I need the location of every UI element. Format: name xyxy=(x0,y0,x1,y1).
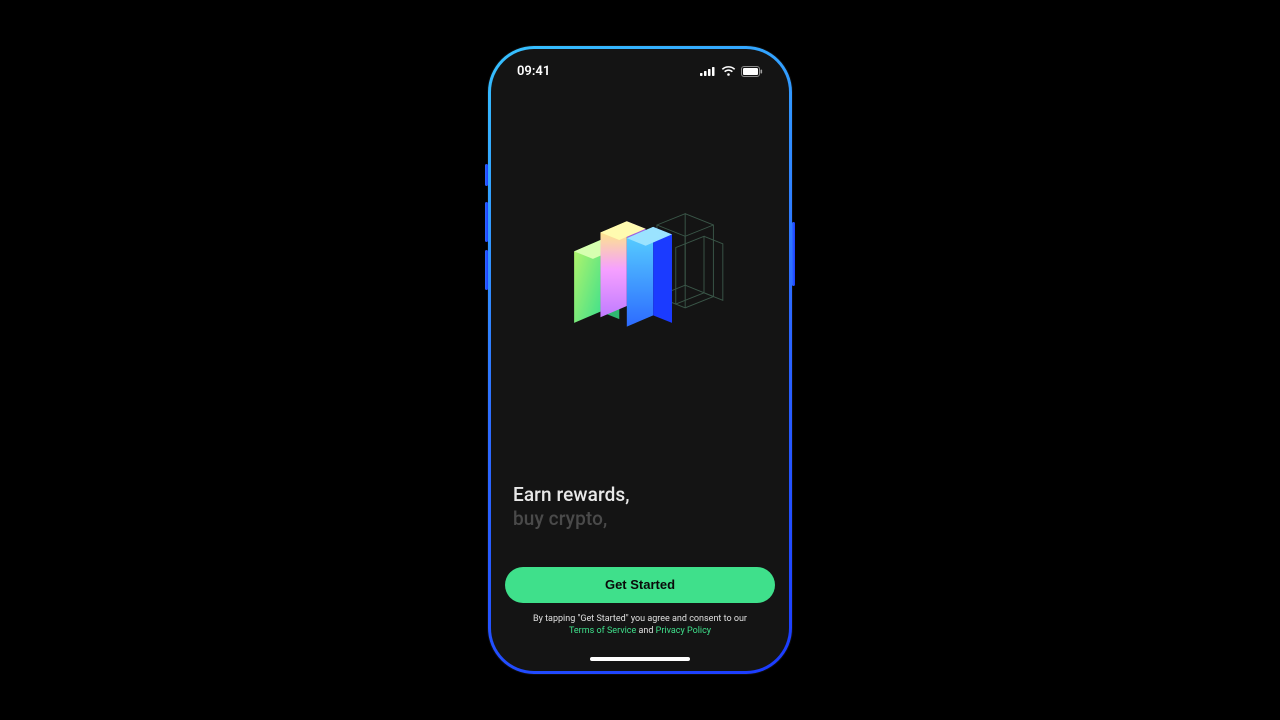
home-indicator[interactable] xyxy=(491,647,789,671)
bars-3d-icon xyxy=(545,193,735,353)
stage: 09:41 xyxy=(0,0,1280,720)
phone-frame: 09:41 xyxy=(488,46,792,674)
cellular-signal-icon xyxy=(700,66,716,76)
status-time: 09:41 xyxy=(517,64,550,79)
legal-text: By tapping "Get Started" you agree and c… xyxy=(505,613,775,637)
phone-side-button xyxy=(485,164,488,186)
app-logo xyxy=(513,93,767,483)
phone-screen: 09:41 xyxy=(491,49,789,671)
phone-volume-up-button xyxy=(485,202,488,242)
legal-joiner: and xyxy=(636,626,655,636)
terms-of-service-link[interactable]: Terms of Service xyxy=(569,626,636,636)
phone-volume-down-button xyxy=(485,250,488,290)
status-bar: 09:41 xyxy=(491,49,789,93)
battery-icon xyxy=(741,66,763,77)
tagline-line-2: buy crypto, xyxy=(513,507,767,531)
tagline-line-1: Earn rewards, xyxy=(513,483,767,507)
home-indicator-bar xyxy=(590,657,690,661)
phone-power-button xyxy=(792,222,795,286)
privacy-policy-link[interactable]: Privacy Policy xyxy=(656,626,711,636)
hero-section: Earn rewards, buy crypto, xyxy=(491,93,789,553)
status-indicators xyxy=(700,66,763,77)
onboarding-content: Earn rewards, buy crypto, Get Started By… xyxy=(491,93,789,647)
cta-area: Get Started By tapping "Get Started" you… xyxy=(491,553,789,647)
tagline: Earn rewards, buy crypto, xyxy=(513,483,767,531)
wifi-icon xyxy=(721,66,736,77)
legal-prefix: By tapping "Get Started" you agree and c… xyxy=(533,614,747,624)
get-started-button[interactable]: Get Started xyxy=(505,567,775,603)
